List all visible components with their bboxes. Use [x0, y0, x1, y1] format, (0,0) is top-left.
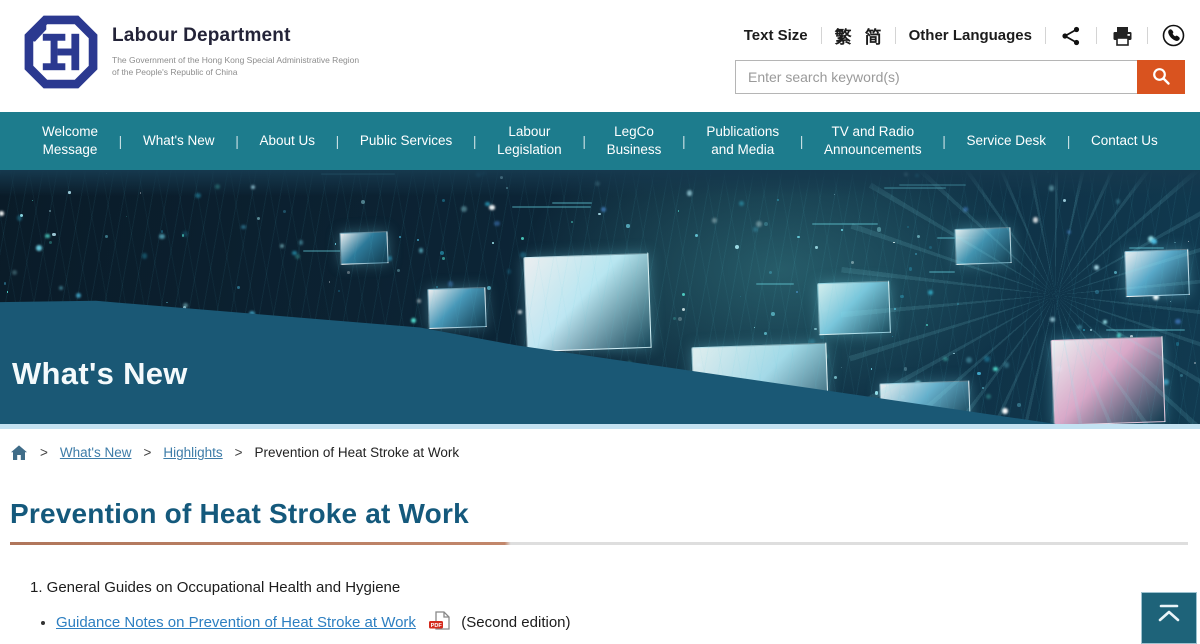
nav-service-desk[interactable]: Service Desk: [967, 132, 1047, 150]
divider: [895, 27, 896, 44]
nav-about-us[interactable]: About Us: [259, 132, 315, 150]
site-header: Labour Department The Government of the …: [0, 0, 1200, 112]
banner-rays: [840, 170, 1200, 424]
breadcrumb-current-page: Prevention of Heat Stroke at Work: [255, 445, 460, 460]
nav-contact-us[interactable]: Contact Us: [1091, 132, 1158, 150]
document-list: Guidance Notes on Prevention of Heat Str…: [10, 611, 1190, 634]
breadcrumb-separator: >: [40, 445, 48, 460]
search-icon: [1151, 66, 1171, 89]
nav-divider: |: [235, 133, 239, 149]
home-icon[interactable]: [10, 444, 28, 461]
title-underline: [10, 542, 1188, 545]
divider: [821, 27, 822, 44]
banner-bottom-rule: [0, 424, 1200, 429]
divider: [1045, 27, 1046, 44]
page-title: Prevention of Heat Stroke at Work: [10, 498, 1190, 530]
header-utility: Text Size 繁 简 Other Languages: [735, 0, 1185, 94]
banner-title: What's New: [12, 356, 188, 392]
search-bar: [735, 60, 1185, 94]
list-item: Guidance Notes on Prevention of Heat Str…: [56, 611, 1190, 634]
nav-welcome-message[interactable]: Welcome Message: [42, 123, 98, 158]
nav-whats-new[interactable]: What's New: [143, 132, 215, 150]
nav-legco-business[interactable]: LegCo Business: [607, 123, 662, 158]
nav-divider: |: [119, 133, 123, 149]
section-heading: 1. General Guides on Occupational Health…: [30, 579, 1190, 596]
utility-row: Text Size 繁 简 Other Languages: [735, 23, 1185, 48]
pdf-icon[interactable]: PDF: [428, 611, 453, 634]
breadcrumb-separator: >: [235, 445, 243, 460]
edition-note: (Second edition): [461, 614, 570, 631]
nav-divider: |: [582, 133, 586, 149]
nav-labour-legislation[interactable]: Labour Legislation: [497, 123, 562, 158]
back-to-top-icon: [1154, 602, 1184, 631]
hero-banner: What's New: [0, 170, 1200, 424]
svg-text:PDF: PDF: [431, 623, 443, 629]
traditional-chinese-link[interactable]: 繁: [835, 23, 852, 48]
nav-divider: |: [942, 133, 946, 149]
search-button[interactable]: [1137, 60, 1185, 94]
site-title: Labour Department: [112, 25, 359, 47]
phone-icon[interactable]: [1161, 24, 1185, 48]
site-subtitle: The Government of the Hong Kong Special …: [112, 54, 359, 79]
search-input[interactable]: [735, 60, 1137, 94]
nav-divider: |: [682, 133, 686, 149]
text-size-label: Text Size: [744, 27, 808, 44]
nav-publications-media[interactable]: Publications and Media: [706, 123, 779, 158]
main-navigation: Welcome Message | What's New | About Us …: [0, 112, 1200, 170]
nav-tv-radio[interactable]: TV and Radio Announcements: [824, 123, 922, 158]
breadcrumb-whats-new[interactable]: What's New: [60, 445, 132, 460]
other-languages-link[interactable]: Other Languages: [909, 27, 1032, 44]
share-icon[interactable]: [1059, 24, 1083, 48]
breadcrumb: > What's New > Highlights > Prevention o…: [10, 444, 1190, 461]
labour-dept-logo-link[interactable]: Labour Department The Government of the …: [22, 11, 359, 98]
nav-divider: |: [1067, 133, 1071, 149]
nav-divider: |: [800, 133, 804, 149]
breadcrumb-separator: >: [143, 445, 151, 460]
page-content: > What's New > Highlights > Prevention o…: [0, 444, 1200, 634]
nav-divider: |: [336, 133, 340, 149]
nav-public-services[interactable]: Public Services: [360, 132, 452, 150]
guidance-notes-pdf-link[interactable]: Guidance Notes on Prevention of Heat Str…: [56, 614, 416, 631]
breadcrumb-highlights[interactable]: Highlights: [163, 445, 222, 460]
print-icon[interactable]: [1110, 24, 1134, 48]
simplified-chinese-link[interactable]: 简: [865, 23, 882, 48]
nav-divider: |: [473, 133, 477, 149]
divider: [1147, 27, 1148, 44]
divider: [1096, 27, 1097, 44]
back-to-top-button[interactable]: [1141, 592, 1197, 644]
labour-dept-logo-icon: [22, 11, 100, 98]
logo-text-block: Labour Department The Government of the …: [112, 11, 359, 98]
